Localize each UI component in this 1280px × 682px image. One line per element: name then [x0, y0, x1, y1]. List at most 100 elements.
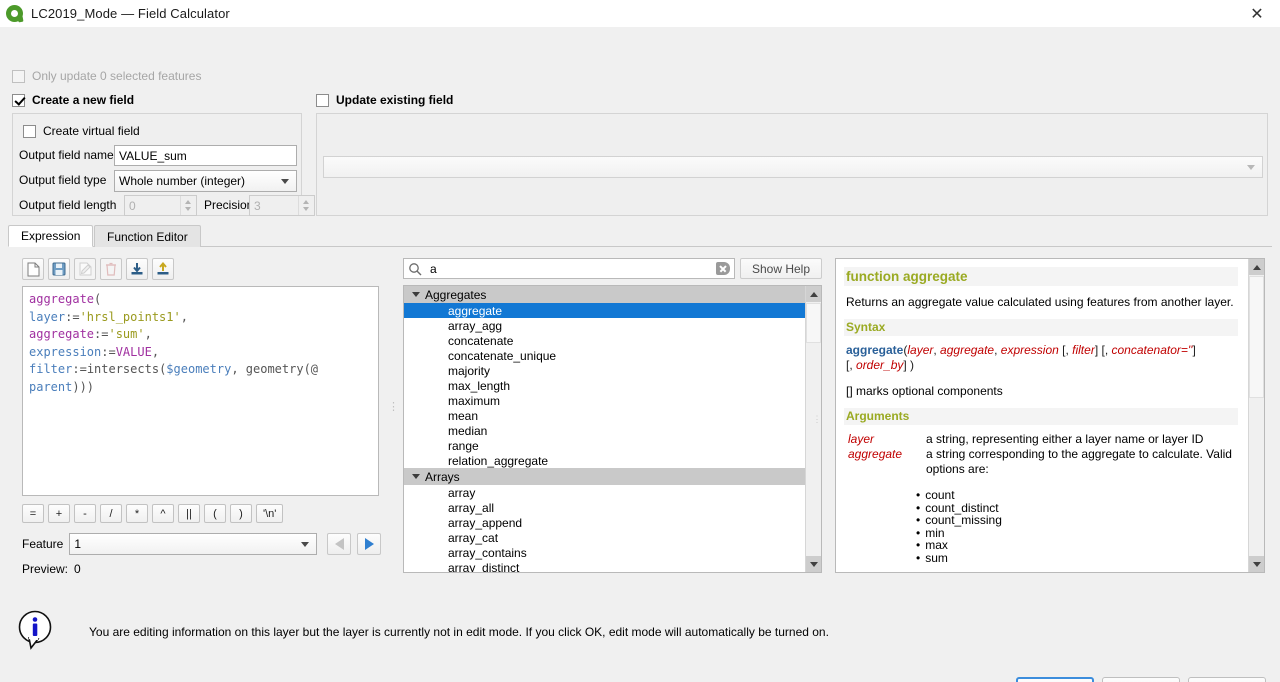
function-item-concatenate_unique[interactable]: concatenate_unique — [404, 348, 805, 363]
function-item-mean[interactable]: mean — [404, 408, 805, 423]
help-button[interactable]: Help — [1188, 677, 1266, 682]
tab-expression[interactable]: Expression — [8, 225, 94, 247]
expression-token: := — [101, 344, 116, 359]
update-existing-field-checkbox-row[interactable]: Update existing field — [316, 93, 453, 107]
create-new-field-checkbox[interactable] — [12, 93, 25, 107]
search-input[interactable] — [428, 260, 716, 277]
function-item-array_all[interactable]: array_all — [404, 500, 805, 515]
scrollbar-grip-dots: ⋮ — [812, 414, 822, 424]
function-item-array[interactable]: array — [404, 485, 805, 500]
output-field-name-input[interactable] — [114, 145, 297, 166]
close-icon[interactable]: ✕ — [1234, 0, 1280, 27]
next-feature-icon[interactable] — [357, 533, 382, 555]
help-description: Returns an aggregate value calculated us… — [846, 295, 1234, 309]
operator-button-[interactable]: + — [48, 504, 70, 523]
create-virtual-field-row[interactable]: Create virtual field — [23, 124, 140, 138]
output-field-type-combo[interactable]: Whole number (integer) — [114, 170, 297, 192]
expression-text-editor[interactable]: aggregate(layer:='hrsl_points1', aggregat… — [22, 286, 379, 496]
function-search-field[interactable] — [403, 258, 735, 279]
function-item-max_length[interactable]: max_length — [404, 378, 805, 393]
create-virtual-field-checkbox[interactable] — [23, 124, 36, 138]
operator-button-[interactable]: - — [74, 504, 96, 523]
create-new-field-checkbox-row[interactable]: Create a new field — [12, 93, 134, 107]
scroll-down-icon[interactable] — [806, 556, 821, 572]
expression-token: , — [180, 309, 188, 324]
output-field-length-spin-buttons[interactable] — [180, 196, 195, 215]
export-expression-icon[interactable] — [152, 258, 174, 280]
function-item-array_contains[interactable]: array_contains — [404, 545, 805, 560]
chevron-up-icon[interactable] — [185, 200, 191, 204]
function-item-concatenate[interactable]: concatenate — [404, 333, 805, 348]
feature-label: Feature — [22, 537, 64, 551]
function-item-relation_aggregate[interactable]: relation_aggregate — [404, 453, 805, 468]
show-help-label: Show Help — [751, 261, 811, 276]
scroll-down-icon[interactable] — [1249, 556, 1264, 572]
function-group-aggregates[interactable]: Aggregates — [404, 286, 805, 303]
function-item-array_append[interactable]: array_append — [404, 515, 805, 530]
scroll-up-icon[interactable] — [1249, 259, 1264, 275]
only-update-selected-checkbox[interactable] — [12, 69, 25, 83]
scroll-up-icon[interactable] — [806, 286, 821, 302]
window-title: LC2019_Mode — Field Calculator — [31, 6, 230, 21]
operator-button-[interactable]: ) — [230, 504, 252, 523]
show-help-button[interactable]: Show Help — [740, 258, 822, 279]
chevron-down-icon[interactable] — [303, 207, 309, 211]
chevron-up-icon[interactable] — [303, 200, 309, 204]
chevron-down-icon[interactable] — [412, 474, 420, 479]
chevron-down-icon — [1247, 165, 1255, 170]
new-field-groupbox: Create virtual field Output field name O… — [12, 113, 315, 216]
clear-search-icon[interactable] — [716, 262, 730, 275]
scrollbar-thumb[interactable] — [1249, 276, 1264, 398]
operator-button-[interactable]: ^ — [152, 504, 174, 523]
expression-line: layer:='hrsl_points1', — [29, 309, 372, 327]
import-expression-icon[interactable] — [126, 258, 148, 280]
function-item-range[interactable]: range — [404, 438, 805, 453]
expression-resize-grip: ⋮ — [388, 401, 399, 413]
function-group-arrays[interactable]: Arrays — [404, 468, 805, 485]
function-item-aggregate[interactable]: aggregate — [404, 303, 805, 318]
function-item-array_agg[interactable]: array_agg — [404, 318, 805, 333]
ok-button[interactable]: OK — [1016, 677, 1094, 682]
precision-spin-buttons[interactable] — [298, 196, 313, 215]
existing-field-combo[interactable] — [323, 156, 1263, 178]
chevron-down-icon[interactable] — [412, 292, 420, 297]
argument-description: a string corresponding to the aggregate … — [926, 447, 1232, 476]
syntax-argument: aggregate — [940, 343, 995, 357]
help-arguments-table: layer a string, representing either a lay… — [844, 432, 1238, 477]
argument-row: layer a string, representing either a lay… — [844, 432, 1238, 447]
only-update-selected-label: Only update 0 selected features — [32, 69, 202, 83]
argument-name: layer — [848, 432, 875, 446]
update-existing-field-checkbox[interactable] — [316, 93, 329, 107]
function-item-maximum[interactable]: maximum — [404, 393, 805, 408]
output-field-type-value: Whole number (integer) — [119, 174, 246, 188]
new-expression-icon[interactable] — [22, 258, 44, 280]
chevron-down-icon[interactable] — [185, 207, 191, 211]
function-item-array_distinct[interactable]: array_distinct — [404, 560, 805, 573]
search-icon — [408, 262, 422, 276]
operator-button-[interactable]: * — [126, 504, 148, 523]
tab-function-editor[interactable]: Function Editor — [94, 225, 201, 247]
operator-button-[interactable]: || — [178, 504, 200, 523]
operator-button-[interactable]: ( — [204, 504, 226, 523]
help-syntax-heading: Syntax — [844, 319, 1238, 336]
precision-stepper[interactable]: 3 — [249, 195, 315, 216]
feature-combo[interactable]: 1 — [69, 533, 318, 555]
function-item-array_cat[interactable]: array_cat — [404, 530, 805, 545]
operator-button-[interactable]: / — [100, 504, 122, 523]
function-list-scrollbar[interactable]: ⋮ — [805, 286, 821, 572]
cancel-button[interactable]: Cancel — [1102, 677, 1180, 682]
function-item-majority[interactable]: majority — [404, 363, 805, 378]
function-item-median[interactable]: median — [404, 423, 805, 438]
function-list[interactable]: Aggregates aggregate array_agg concatenate c… — [403, 285, 822, 573]
help-title: function aggregate — [844, 267, 1238, 286]
previous-feature-icon[interactable] — [327, 533, 352, 555]
operator-button-[interactable]: = — [22, 504, 44, 523]
output-field-length-stepper[interactable]: 0 — [124, 195, 197, 216]
edit-mode-warning-message: You are editing information on this laye… — [89, 625, 829, 639]
scrollbar-thumb[interactable] — [806, 303, 821, 343]
help-panel-scrollbar[interactable] — [1248, 259, 1264, 572]
operator-button-n[interactable]: '\n' — [256, 504, 284, 523]
function-help-panel: function aggregate Returns an aggregate … — [835, 258, 1265, 573]
save-expression-icon[interactable] — [48, 258, 70, 280]
only-update-selected-checkbox-row[interactable]: Only update 0 selected features — [12, 69, 201, 83]
